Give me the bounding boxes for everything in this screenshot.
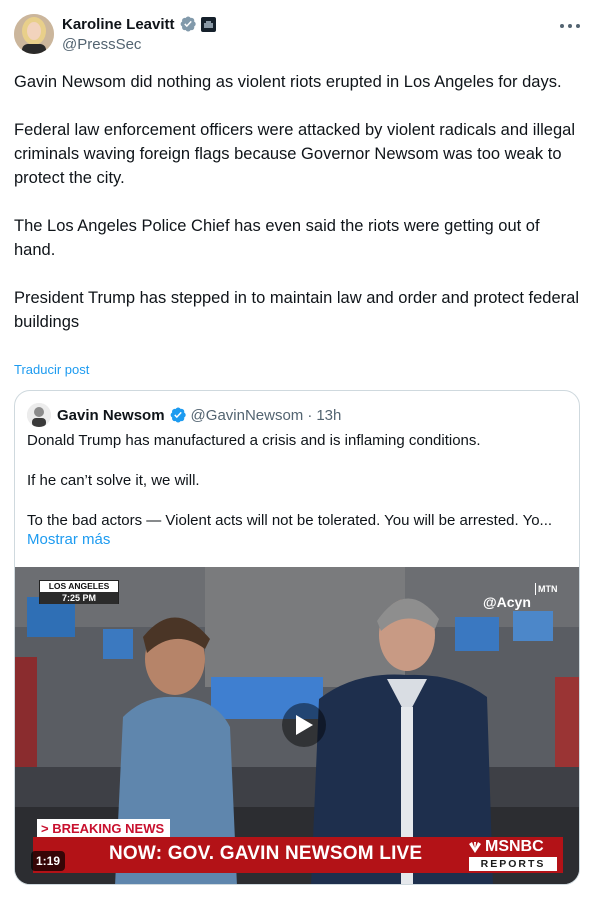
tweet-header: Karoline Leavitt @PressSec: [14, 12, 584, 56]
more-options-icon[interactable]: [560, 18, 580, 34]
network-logo: MSNBC REPORTS: [465, 838, 561, 872]
location-label: LOS ANGELES: [40, 581, 118, 592]
tweet-text: Gavin Newsom did nothing as violent riot…: [14, 70, 584, 334]
quoted-paragraph: To the bad actors — Violent acts will no…: [27, 512, 553, 529]
verified-badge-icon: [169, 406, 187, 424]
video-duration: 1:19: [31, 851, 66, 871]
network-name: MSNBC: [485, 838, 544, 855]
tweet-paragraph: The Los Angeles Police Chief has even sa…: [14, 217, 540, 259]
tweet-paragraph: Gavin Newsom did nothing as violent riot…: [14, 73, 562, 91]
watermark-side: MTN: [535, 583, 558, 595]
quoted-author-handle[interactable]: @GavinNewsom: [191, 407, 304, 424]
tweet-paragraph: President Trump has stepped in to mainta…: [14, 289, 579, 331]
network-subtitle: REPORTS: [469, 857, 557, 871]
location-bug: LOS ANGELES 7:25 PM: [39, 580, 119, 604]
quoted-author-name[interactable]: Gavin Newsom: [57, 407, 165, 424]
show-more-link[interactable]: Mostrar más: [27, 531, 110, 548]
breaking-news-label: > BREAKING NEWS: [37, 819, 171, 838]
peacock-icon: [469, 842, 481, 853]
white-house-badge-icon: [200, 16, 216, 32]
quoted-paragraph: If he can’t solve it, we will.: [27, 472, 200, 489]
quoted-header: Gavin Newsom @GavinNewsom · 13h: [27, 403, 341, 427]
video-player[interactable]: LOS ANGELES 7:25 PM @Acyn MTN > BREAKING…: [15, 567, 579, 884]
ticker-text: NOW: GOV. GAVIN NEWSOM LIVE: [109, 843, 423, 864]
play-icon[interactable]: [282, 703, 326, 747]
translate-post-link[interactable]: Traducir post: [14, 362, 89, 377]
author-handle[interactable]: @PressSec: [62, 36, 216, 53]
quoted-paragraph: Donald Trump has manufactured a crisis a…: [27, 432, 481, 449]
quoted-avatar[interactable]: [27, 403, 51, 427]
time-label: 7:25 PM: [40, 592, 118, 604]
author-name[interactable]: Karoline Leavitt: [62, 16, 175, 33]
author-avatar[interactable]: [14, 14, 54, 54]
watermark: @Acyn: [483, 594, 531, 610]
tweet-paragraph: Federal law enforcement officers were at…: [14, 121, 575, 187]
quoted-tweet[interactable]: Gavin Newsom @GavinNewsom · 13h Donald T…: [14, 390, 580, 885]
separator-dot: ·: [307, 406, 313, 424]
quoted-timestamp[interactable]: 13h: [316, 407, 341, 424]
verified-badge-icon: [179, 15, 197, 33]
